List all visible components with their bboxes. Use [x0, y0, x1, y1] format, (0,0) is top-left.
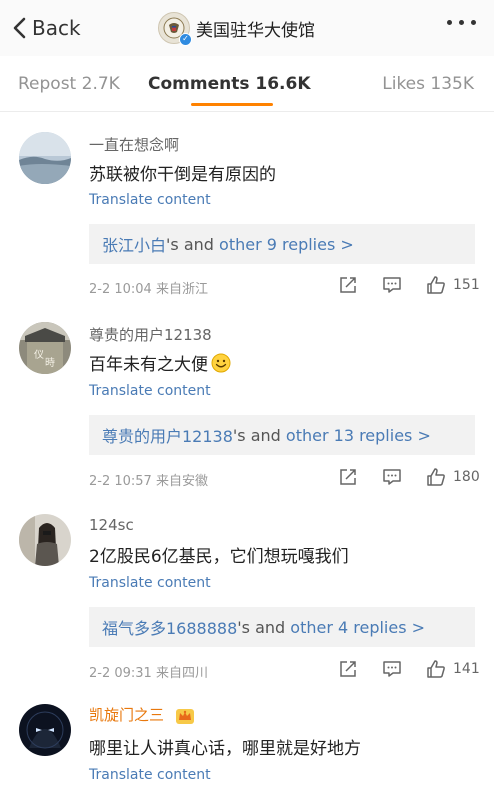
- translate-link[interactable]: Translate content: [89, 192, 211, 208]
- avatar[interactable]: [19, 132, 71, 184]
- replies-preview[interactable]: 张江小白 's and other 9 replies >: [89, 224, 475, 264]
- more-replies-link[interactable]: other 4 replies >: [290, 618, 425, 637]
- comment-item: 一直在想念啊 苏联被你干倒是有原因的 Translate content 张江小…: [0, 112, 494, 302]
- avatar[interactable]: [19, 704, 71, 756]
- comment-source: 来自四川: [155, 666, 208, 681]
- comment-time: 2-2 10:57: [89, 474, 152, 489]
- tab-bar: Repost 2.7K Comments 16.6K Likes 135K: [0, 56, 494, 112]
- back-label: Back: [32, 16, 81, 40]
- comment-meta: 2-2 10:57 来自安徽: [89, 470, 208, 489]
- svg-text:仪: 仪: [34, 349, 44, 361]
- comment-time: 2-2 10:04: [89, 282, 152, 297]
- crown-badge-icon: [175, 707, 195, 725]
- embassy-avatar: ✓: [158, 12, 192, 46]
- comment-text-row: 百年未有之大便: [89, 350, 231, 375]
- comment-username-row: 凯旋门之三: [89, 704, 195, 725]
- more-replies-link[interactable]: other 9 replies >: [219, 235, 354, 254]
- back-button[interactable]: Back: [12, 12, 81, 44]
- comment-text: 2亿股民6亿基民，它们想玩嘎我们: [89, 547, 349, 567]
- comment-actions: 180: [338, 467, 480, 487]
- avatar[interactable]: [19, 514, 71, 566]
- reply-user-link[interactable]: 福气多多1688888: [102, 615, 237, 639]
- like-icon[interactable]: [426, 659, 446, 679]
- chevron-left-icon: [13, 17, 26, 39]
- comment-source: 来自浙江: [155, 282, 208, 297]
- reply-icon[interactable]: [382, 275, 402, 295]
- like-icon[interactable]: [426, 275, 446, 295]
- svg-text:時: 時: [45, 357, 55, 369]
- like-icon[interactable]: [426, 467, 446, 487]
- translate-link[interactable]: Translate content: [89, 575, 211, 591]
- more-replies-link[interactable]: other 13 replies >: [286, 426, 431, 445]
- comment-time: 2-2 09:31: [89, 666, 152, 681]
- avatar[interactable]: 仪 時: [19, 322, 71, 374]
- tab-repost[interactable]: Repost 2.7K: [18, 74, 120, 94]
- comment-text: 哪里让人讲真心话，哪里就是好地方: [89, 739, 361, 759]
- tab-comments[interactable]: Comments 16.6K: [148, 74, 311, 94]
- comment-actions: 151: [338, 275, 480, 295]
- page-title: 美国驻华大使馆: [196, 20, 315, 41]
- comment-source: 来自安徽: [155, 474, 208, 489]
- like-count: 151: [453, 277, 480, 293]
- comment-meta: 2-2 09:31 来自四川: [89, 662, 208, 681]
- more-dots-icon[interactable]: [447, 20, 476, 25]
- comment-actions: 141: [338, 659, 480, 679]
- like-count: 141: [453, 661, 480, 677]
- account-title[interactable]: ✓ 美国驻华大使馆: [158, 12, 315, 46]
- tab-likes[interactable]: Likes 135K: [382, 74, 474, 94]
- reply-icon[interactable]: [382, 659, 402, 679]
- comment-username[interactable]: 尊贵的用户12138: [89, 324, 212, 345]
- comment-text: 苏联被你干倒是有原因的: [89, 165, 276, 185]
- translate-link[interactable]: Translate content: [89, 383, 211, 399]
- verified-badge-icon: ✓: [179, 33, 192, 46]
- replies-preview[interactable]: 福气多多1688888 's and other 4 replies >: [89, 607, 475, 647]
- comment-text: 百年未有之大便: [89, 355, 208, 375]
- share-icon[interactable]: [338, 659, 358, 679]
- reply-icon[interactable]: [382, 467, 402, 487]
- reply-user-link[interactable]: 张江小白: [102, 232, 166, 256]
- comment-username[interactable]: 一直在想念啊: [89, 134, 179, 155]
- comment-item: 仪 時 尊贵的用户12138 百年未有之大便 Translate content…: [0, 304, 494, 496]
- comment-meta: 2-2 10:04 来自浙江: [89, 278, 208, 297]
- replies-connector: 's and: [166, 234, 220, 254]
- active-tab-indicator: [191, 103, 273, 106]
- comment-username[interactable]: 124sc: [89, 516, 134, 534]
- comment-item: 124sc 2亿股民6亿基民，它们想玩嘎我们 Translate content…: [0, 496, 494, 692]
- replies-connector: 's and: [237, 617, 291, 637]
- comment-username[interactable]: 凯旋门之三: [89, 706, 164, 724]
- replies-preview[interactable]: 尊贵的用户12138 's and other 13 replies >: [89, 415, 475, 455]
- top-navigation-bar: Back ✓ 美国驻华大使馆: [0, 0, 494, 56]
- smile-emoji-icon: [211, 353, 231, 373]
- translate-link[interactable]: Translate content: [89, 767, 211, 783]
- share-icon[interactable]: [338, 275, 358, 295]
- replies-connector: 's and: [232, 425, 286, 445]
- like-count: 180: [453, 469, 480, 485]
- comment-item: 凯旋门之三 哪里让人讲真心话，哪里就是好地方 Translate content: [0, 690, 494, 800]
- share-icon[interactable]: [338, 467, 358, 487]
- reply-user-link[interactable]: 尊贵的用户12138: [102, 423, 233, 447]
